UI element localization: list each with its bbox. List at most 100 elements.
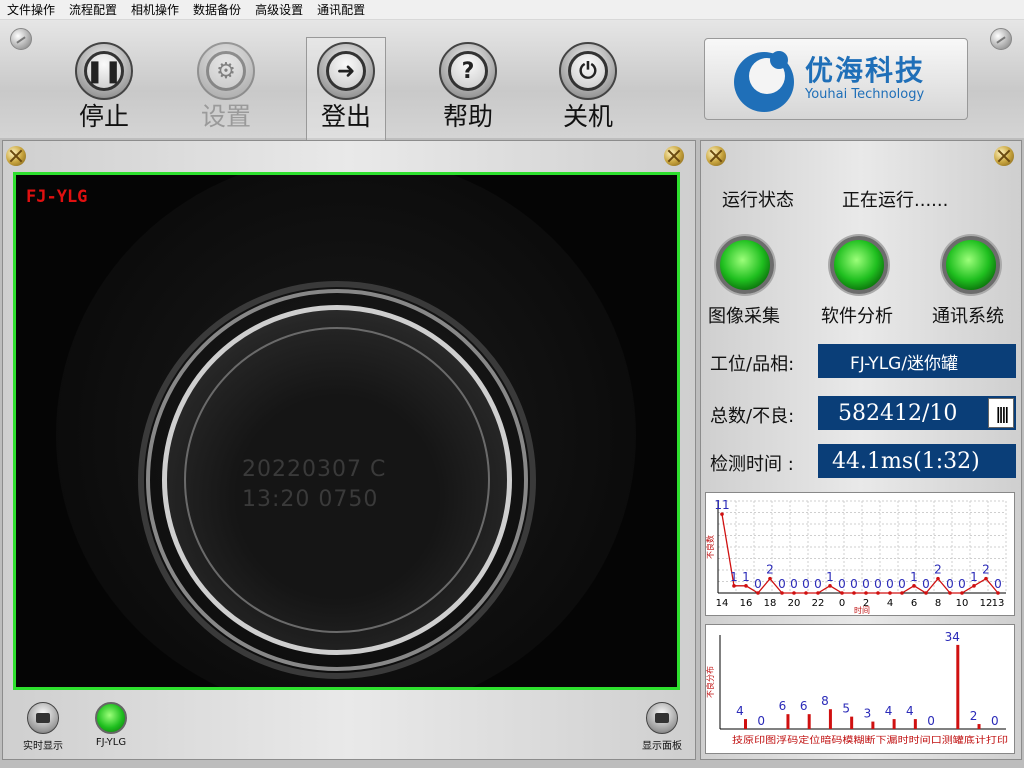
data-label: 0 — [927, 714, 935, 728]
total-defect-label: 总数/不良: — [710, 406, 795, 427]
data-label: 0 — [922, 577, 930, 591]
can-stamp-line1: 20220307 C — [242, 457, 387, 482]
data-label: 0 — [814, 577, 822, 591]
screw-icon — [706, 146, 726, 166]
reset-counter-icon[interactable]: |||| — [988, 398, 1014, 428]
power-icon: ⏻ — [568, 51, 608, 91]
tick-label: 6 — [911, 598, 917, 609]
screw-icon — [664, 146, 684, 166]
bar — [956, 644, 960, 729]
data-label: 0 — [754, 577, 762, 591]
data-label: 2 — [970, 709, 978, 723]
indicator-label-comm: 通讯系统 — [932, 306, 1004, 327]
data-point — [720, 512, 724, 516]
tick-label: 14 — [716, 598, 729, 609]
logo-icon — [729, 44, 799, 114]
data-label: 0 — [790, 577, 798, 591]
tick-label: 10 — [956, 598, 969, 609]
data-label: 4 — [906, 704, 914, 718]
menu-bar: 文件操作 流程配置 相机操作 数据备份 高级设置 通讯配置 — [0, 0, 1024, 20]
data-point — [780, 591, 784, 595]
camera-select-button[interactable]: FJ-YLG — [86, 702, 136, 748]
logout-icon: ➜ — [326, 51, 366, 91]
data-point — [972, 584, 976, 588]
station-value: FJ-YLG/迷你罐 — [818, 344, 1016, 378]
stop-label: 停止 — [78, 102, 129, 131]
indicator-label-capture: 图像采集 — [708, 306, 780, 327]
tick-label: 22 — [812, 598, 825, 609]
menu-backup[interactable]: 数据备份 — [186, 0, 248, 20]
data-point — [756, 591, 760, 595]
settings-button[interactable]: ⚙ 设置 — [186, 42, 266, 152]
logo-en-text: Youhai Technology — [805, 87, 925, 102]
display-panel-button[interactable]: 显示面板 — [634, 702, 690, 752]
menu-process[interactable]: 流程配置 — [62, 0, 124, 20]
data-point — [900, 591, 904, 595]
data-point — [888, 591, 892, 595]
total-defect-value: 582412/10 |||| — [818, 396, 1016, 430]
camera-label: FJ-YLG — [95, 737, 127, 748]
data-point — [912, 584, 916, 588]
rivet-icon — [990, 28, 1012, 50]
help-label: 帮助 — [442, 102, 493, 131]
realtime-display-button[interactable]: 实时显示 — [18, 702, 68, 752]
tick-label: 18 — [764, 598, 777, 609]
logout-button[interactable]: ➜ 登出 — [306, 37, 386, 149]
menu-comm[interactable]: 通讯配置 — [310, 0, 372, 20]
menu-advanced[interactable]: 高级设置 — [248, 0, 310, 20]
data-label: 1 — [910, 570, 918, 584]
data-point — [828, 584, 832, 588]
bar — [807, 714, 811, 729]
camera-viewport[interactable]: FJ-YLG 20220307 C 13:20 0750 — [13, 172, 680, 690]
data-label: 1 — [970, 570, 978, 584]
viewport-station-label: FJ-YLG — [26, 187, 88, 207]
menu-file[interactable]: 文件操作 — [0, 0, 62, 20]
data-label: 4 — [885, 704, 893, 718]
x-axis-title: 时间 — [854, 605, 870, 615]
data-label: 2 — [982, 563, 990, 577]
data-label: 0 — [778, 577, 786, 591]
software-analysis-led-icon — [830, 236, 888, 294]
y-axis-title: 不良数 — [706, 535, 715, 559]
data-point — [804, 591, 808, 595]
bar — [850, 716, 854, 729]
screw-icon — [994, 146, 1014, 166]
pause-icon: ❚❚ — [84, 51, 124, 91]
data-point — [852, 591, 856, 595]
data-label: 5 — [842, 702, 850, 716]
data-point — [984, 576, 988, 581]
data-label: 1 — [742, 570, 750, 584]
can-stamp-line2: 13:20 0750 — [242, 487, 379, 512]
data-label: 1 — [826, 570, 834, 584]
data-point — [864, 591, 868, 595]
data-label: 6 — [779, 699, 787, 713]
data-point — [792, 591, 796, 595]
data-label: 2 — [766, 563, 774, 577]
green-indicator-icon — [95, 702, 127, 734]
data-label: 0 — [757, 714, 765, 728]
camera-icon — [646, 702, 678, 734]
data-label: 0 — [991, 714, 999, 728]
data-point — [816, 591, 820, 595]
tick-label: 8 — [935, 598, 941, 609]
shutdown-button[interactable]: ⏻ 关机 — [548, 42, 628, 152]
data-label: 8 — [821, 694, 829, 708]
data-label: 0 — [850, 577, 858, 591]
menu-camera[interactable]: 相机操作 — [124, 0, 186, 20]
bar — [892, 719, 896, 729]
run-status-value: 正在运行...... — [842, 190, 949, 211]
data-point — [876, 591, 880, 595]
tick-label: 0 — [839, 598, 845, 609]
comm-system-led-icon — [942, 236, 1000, 294]
data-label: 3 — [864, 707, 872, 721]
data-label: 0 — [946, 577, 954, 591]
stop-button[interactable]: ❚❚ 停止 — [64, 42, 144, 152]
indicator-label-analysis: 软件分析 — [821, 306, 893, 327]
realtime-label: 实时显示 — [23, 741, 63, 752]
help-button[interactable]: ? 帮助 — [428, 42, 508, 152]
bar — [977, 724, 981, 729]
panel-label: 显示面板 — [642, 741, 682, 752]
camera-icon — [27, 702, 59, 734]
company-logo: 优海科技 Youhai Technology — [704, 38, 968, 120]
rivet-icon — [10, 28, 32, 50]
